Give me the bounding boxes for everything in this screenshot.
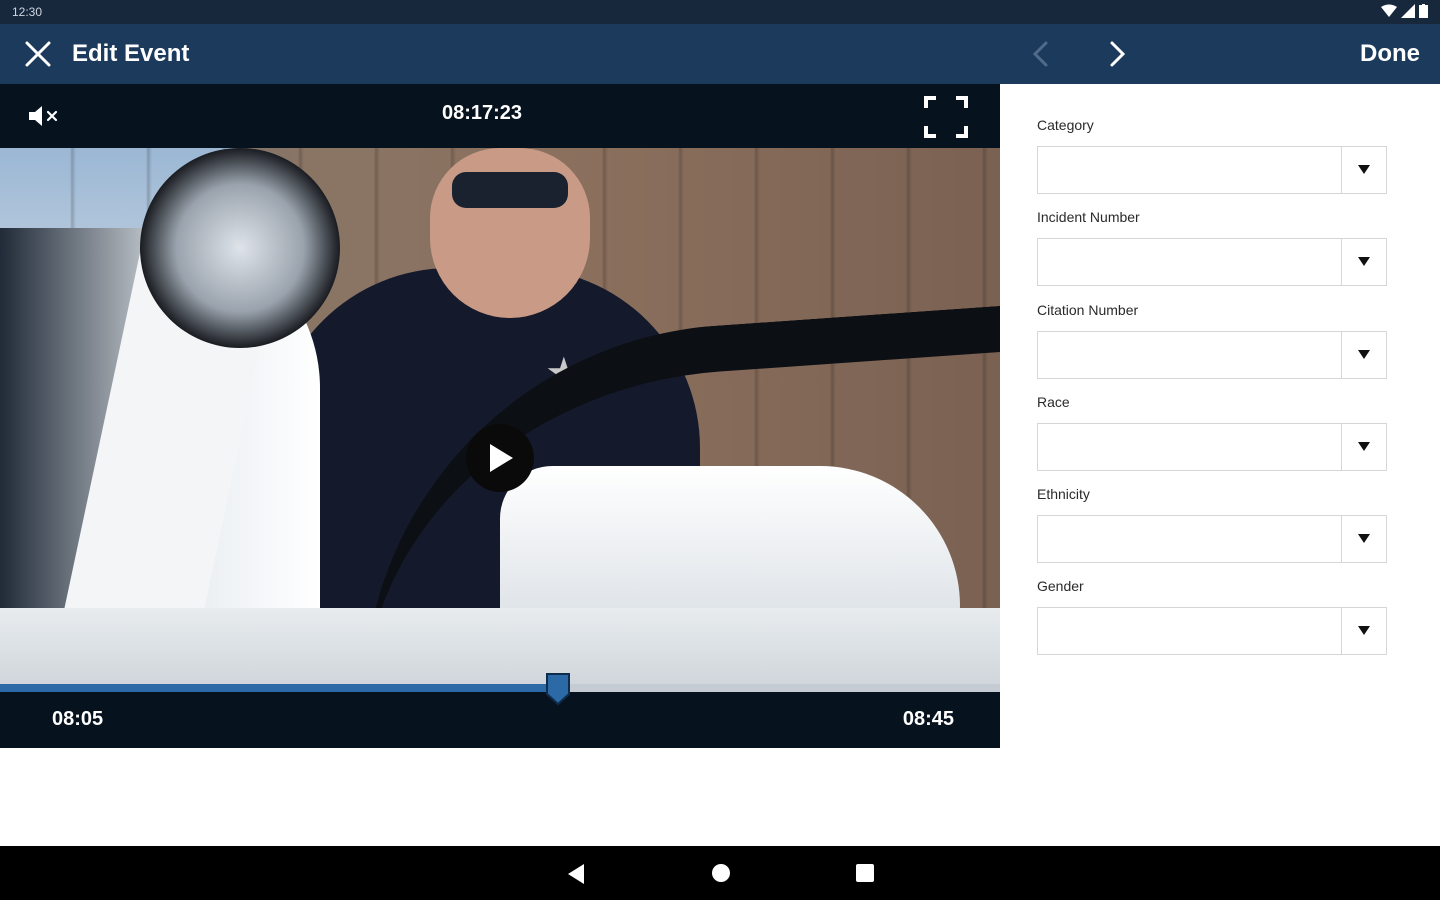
dropdown-arrow-icon <box>1358 626 1370 635</box>
seek-bar[interactable] <box>0 673 1000 706</box>
select-divider <box>1341 608 1342 654</box>
dropdown-arrow-icon <box>1358 442 1370 451</box>
recents-icon[interactable] <box>852 860 878 886</box>
chevron-left-icon <box>1032 41 1048 67</box>
wifi-icon <box>1381 4 1397 17</box>
close-icon <box>25 41 51 67</box>
field-label: Incident Number <box>1037 209 1140 225</box>
chevron-right-icon <box>1110 41 1126 67</box>
field-category: Category <box>1037 117 1387 194</box>
clip-start-time: 08:05 <box>52 708 104 730</box>
play-icon <box>490 444 513 472</box>
dropdown-arrow-icon <box>1358 257 1370 266</box>
field-label: Citation Number <box>1037 302 1139 318</box>
video-scene-spotlight <box>140 148 340 348</box>
field-incident-number: Incident Number <box>1037 209 1387 286</box>
category-select[interactable] <box>1037 146 1387 194</box>
close-button[interactable] <box>18 36 58 72</box>
signal-icon <box>1401 4 1415 18</box>
field-ethnicity: Ethnicity <box>1037 486 1387 563</box>
video-player: 08:17:23 ★ 08:05 08:45 <box>0 84 1000 748</box>
system-nav-bar <box>0 846 1440 900</box>
fullscreen-button[interactable] <box>922 94 970 140</box>
play-button[interactable] <box>466 424 534 492</box>
next-button[interactable] <box>1098 34 1138 74</box>
clip-end-time: 08:45 <box>902 708 954 730</box>
gender-select[interactable] <box>1037 607 1387 655</box>
incident-number-select[interactable] <box>1037 238 1387 286</box>
app-bar: Edit Event Done <box>0 24 1440 84</box>
video-scene-sunglasses <box>452 172 568 208</box>
field-race: Race <box>1037 394 1387 471</box>
status-time: 12:30 <box>12 5 43 19</box>
seek-bar-progress <box>0 684 558 692</box>
field-citation-number: Citation Number <box>1037 302 1387 379</box>
field-label: Category <box>1037 117 1094 133</box>
battery-icon <box>1419 4 1428 18</box>
ethnicity-select[interactable] <box>1037 515 1387 563</box>
citation-number-select[interactable] <box>1037 331 1387 379</box>
previous-button[interactable] <box>1020 34 1060 74</box>
video-frame[interactable]: ★ <box>0 148 1000 684</box>
page-title: Edit Event <box>72 40 190 67</box>
status-bar: 12:30 <box>0 0 1440 24</box>
select-divider <box>1341 332 1342 378</box>
select-divider <box>1341 239 1342 285</box>
home-icon[interactable] <box>708 860 734 886</box>
current-timecode: 08:17:23 <box>441 102 523 124</box>
seek-handle[interactable] <box>545 672 571 706</box>
status-icons <box>1381 4 1428 18</box>
field-gender: Gender <box>1037 578 1387 655</box>
seek-handle-icon <box>546 673 570 706</box>
race-select[interactable] <box>1037 423 1387 471</box>
dropdown-arrow-icon <box>1358 534 1370 543</box>
dropdown-arrow-icon <box>1358 350 1370 359</box>
select-divider <box>1341 424 1342 470</box>
dropdown-arrow-icon <box>1358 165 1370 174</box>
field-label: Gender <box>1037 578 1084 594</box>
video-controls: 08:05 08:45 <box>0 673 1000 748</box>
video-top-bar: 08:17:23 <box>0 84 1000 148</box>
event-form: Category Incident Number Citation Number <box>1000 84 1440 846</box>
back-icon[interactable] <box>562 860 590 888</box>
video-scene-hood <box>0 608 1000 684</box>
fullscreen-icon <box>924 96 968 138</box>
select-divider <box>1341 147 1342 193</box>
done-button[interactable]: Done <box>1360 40 1420 68</box>
field-label: Race <box>1037 394 1070 410</box>
field-label: Ethnicity <box>1037 486 1090 502</box>
select-divider <box>1341 516 1342 562</box>
